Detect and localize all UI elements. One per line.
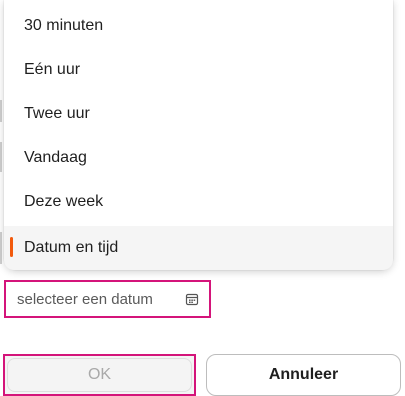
menu-item-date-and-time[interactable]: Datum en tijd (4, 226, 393, 270)
menu-item-one-hour[interactable]: Eén uur (4, 48, 393, 92)
calendar-icon[interactable] (185, 292, 199, 306)
underlying-field-edge (0, 232, 2, 264)
date-input-placeholder: selecteer een datum (17, 290, 153, 308)
ok-button-inner-border (7, 358, 192, 392)
ok-button[interactable]: OK (3, 354, 196, 396)
menu-item-30-minutes[interactable]: 30 minuten (4, 4, 393, 48)
underlying-field-edge (0, 142, 2, 172)
menu-item-label: 30 minuten (24, 17, 104, 34)
menu-item-today[interactable]: Vandaag (4, 136, 393, 180)
underlying-field-edge (0, 100, 2, 122)
menu-item-label: Vandaag (24, 149, 87, 166)
menu-item-label: Deze week (24, 193, 104, 210)
date-picker-input[interactable]: selecteer een datum (4, 280, 211, 318)
menu-item-two-hours[interactable]: Twee uur (4, 92, 393, 136)
menu-item-label: Eén uur (24, 61, 81, 78)
menu-item-this-week[interactable]: Deze week (4, 180, 393, 224)
menu-item-label: Twee uur (24, 105, 90, 122)
cancel-button[interactable]: Annuleer (206, 354, 401, 396)
menu-item-label: Datum en tijd (24, 239, 119, 256)
cancel-button-label: Annuleer (268, 366, 339, 383)
duration-dropdown-menu: 30 minuten Eén uur Twee uur Vandaag Deze… (4, 0, 393, 270)
selected-indicator (10, 237, 13, 257)
